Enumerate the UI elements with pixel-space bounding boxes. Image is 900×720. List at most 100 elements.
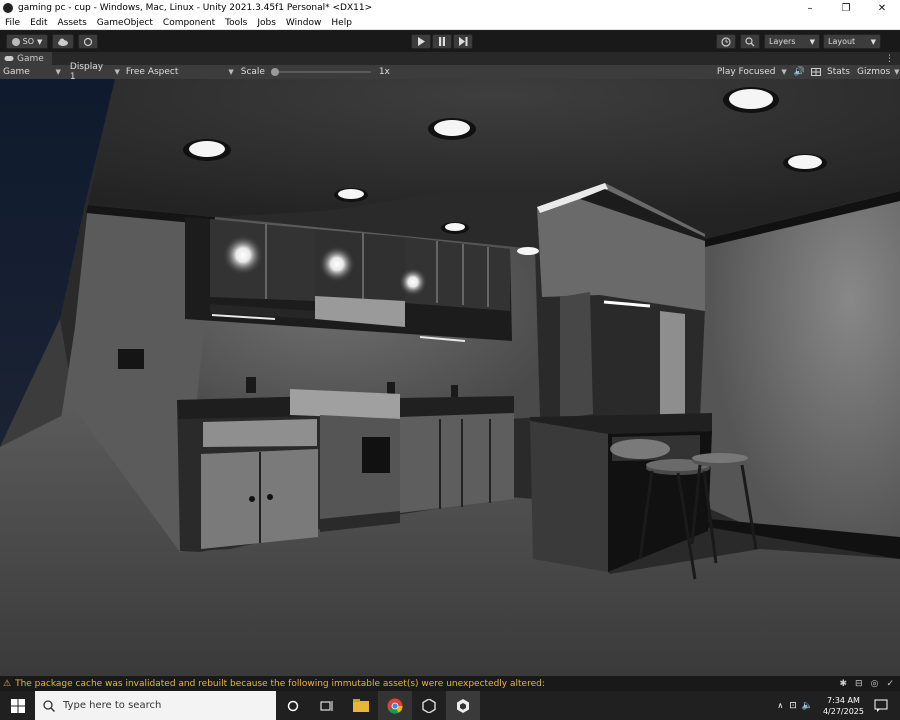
tab-game-label: Game bbox=[17, 53, 44, 64]
unity-hub-button[interactable] bbox=[412, 691, 446, 720]
menu-help[interactable]: Help bbox=[326, 18, 357, 28]
outlet bbox=[246, 377, 256, 393]
main-toolbar: SO ▼ Layers ▼ Layout ▼ bbox=[0, 31, 900, 52]
stats-button[interactable]: Stats bbox=[827, 67, 850, 77]
account-dropdown[interactable]: SO ▼ bbox=[6, 34, 48, 49]
menu-window[interactable]: Window bbox=[281, 18, 327, 28]
maximize-button[interactable]: ❐ bbox=[828, 0, 864, 16]
chevron-down-icon: ▼ bbox=[894, 68, 900, 76]
minimize-button[interactable]: – bbox=[792, 0, 828, 16]
pause-button[interactable] bbox=[432, 34, 452, 49]
scale-slider-track bbox=[270, 71, 371, 73]
menu-component[interactable]: Component bbox=[158, 18, 220, 28]
windows-start-icon[interactable] bbox=[11, 698, 25, 713]
unity-editor-icon bbox=[457, 698, 469, 713]
grid-icon[interactable] bbox=[811, 68, 822, 76]
right-wall bbox=[700, 191, 900, 549]
menu-gameobject[interactable]: GameObject bbox=[92, 18, 158, 28]
history-icon bbox=[721, 36, 731, 47]
console-status-bar[interactable]: ⚠ The package cache was invalidated and … bbox=[0, 676, 900, 691]
menu-file[interactable]: File bbox=[0, 18, 25, 28]
search-placeholder: Type here to search bbox=[63, 700, 162, 711]
chevron-down-icon: ▼ bbox=[36, 37, 43, 46]
cortana-icon bbox=[287, 700, 299, 711]
play-focused-label: Play Focused bbox=[716, 67, 776, 77]
collab-button[interactable] bbox=[78, 34, 98, 49]
cortana-button[interactable] bbox=[276, 691, 310, 720]
cloud-button[interactable] bbox=[52, 34, 74, 49]
game-viewport[interactable] bbox=[0, 79, 900, 676]
folder-icon bbox=[353, 699, 369, 712]
window-titlebar: gaming pc - cup - Windows, Mac, Linux - … bbox=[0, 0, 900, 16]
taskbar-clock[interactable]: 7:34 AM 4/27/2025 bbox=[823, 695, 864, 717]
account-icon bbox=[11, 37, 20, 46]
check-icon[interactable]: ✓ bbox=[886, 679, 894, 689]
chrome-button[interactable] bbox=[378, 691, 412, 720]
play-focused-dropdown[interactable]: Play Focused ▼ bbox=[714, 65, 790, 79]
layout-dropdown[interactable]: Layout ▼ bbox=[823, 34, 881, 49]
bug-icon[interactable]: ✱ bbox=[840, 679, 848, 689]
network-icon[interactable]: ⊡ bbox=[789, 701, 797, 711]
speaker-icon[interactable]: 🔊 bbox=[794, 67, 805, 77]
windows-taskbar: Type here to search ∧ ⊡ 🔈 7:34 AM 4/27/2… bbox=[0, 691, 900, 720]
chevron-down-icon: ▼ bbox=[809, 37, 815, 46]
layout-label: Layout bbox=[828, 37, 856, 46]
layers-dropdown[interactable]: Layers ▼ bbox=[764, 34, 820, 49]
gizmos-label: Gizmos bbox=[857, 67, 891, 77]
scale-label: Scale bbox=[240, 67, 265, 77]
unity-editor-button[interactable] bbox=[446, 691, 480, 720]
taskbar-search-box[interactable]: Type here to search bbox=[35, 691, 276, 720]
task-view-icon bbox=[320, 700, 333, 711]
step-button[interactable] bbox=[453, 34, 473, 49]
more-options-icon[interactable]: ⋮ bbox=[885, 54, 894, 64]
gizmos-dropdown[interactable]: Gizmos ▼ bbox=[854, 65, 900, 79]
aspect-dropdown[interactable]: Free Aspect ▼ bbox=[123, 65, 237, 79]
chevron-down-icon: ▼ bbox=[870, 37, 876, 46]
search-icon bbox=[43, 699, 55, 712]
volume-icon[interactable]: 🔈 bbox=[802, 701, 813, 711]
aspect-label: Free Aspect bbox=[125, 67, 179, 77]
unity-logo-icon bbox=[3, 3, 13, 13]
scale-value: 1x bbox=[378, 67, 390, 77]
tab-game[interactable]: Game bbox=[0, 52, 52, 65]
task-view-button[interactable] bbox=[310, 691, 344, 720]
chevron-down-icon: ▼ bbox=[781, 68, 787, 76]
play-icon bbox=[418, 37, 425, 46]
account-label: SO bbox=[22, 37, 34, 46]
menu-jobs[interactable]: Jobs bbox=[252, 18, 281, 28]
history-button[interactable] bbox=[716, 34, 736, 49]
display-dropdown[interactable]: Display 1 ▼ bbox=[67, 62, 123, 82]
play-button[interactable] bbox=[411, 34, 431, 49]
menu-bar: File Edit Assets GameObject Component To… bbox=[0, 16, 900, 30]
file-explorer-button[interactable] bbox=[344, 691, 378, 720]
warning-icon: ⚠ bbox=[3, 678, 12, 689]
scale-slider-handle[interactable] bbox=[270, 68, 279, 76]
step-icon bbox=[458, 37, 467, 46]
outlet bbox=[451, 385, 458, 397]
game-tab-row: Game ⋮ bbox=[0, 52, 900, 65]
package-icon[interactable]: ⊟ bbox=[855, 679, 863, 689]
menu-tools[interactable]: Tools bbox=[220, 18, 252, 28]
view-dropdown[interactable]: Game ▼ bbox=[0, 65, 64, 79]
notification-icon[interactable] bbox=[874, 699, 888, 712]
chrome-icon bbox=[387, 698, 403, 714]
search-button[interactable] bbox=[740, 34, 760, 49]
scale-slider[interactable] bbox=[270, 67, 371, 77]
chevron-down-icon: ▼ bbox=[55, 68, 61, 76]
clock-time: 7:34 AM bbox=[827, 695, 860, 705]
menu-edit[interactable]: Edit bbox=[25, 18, 52, 28]
view-label: Game bbox=[3, 67, 30, 77]
chevron-down-icon: ▼ bbox=[114, 68, 120, 76]
pause-icon bbox=[439, 37, 445, 46]
system-tray: ∧ ⊡ 🔈 7:34 AM 4/27/2025 bbox=[777, 691, 900, 720]
unity-hub-icon bbox=[422, 698, 436, 713]
menu-assets[interactable]: Assets bbox=[53, 18, 92, 28]
light-switch bbox=[118, 349, 144, 369]
kitchen-scene bbox=[0, 79, 900, 676]
clock-date: 4/27/2025 bbox=[822, 706, 864, 716]
chevron-down-icon: ▼ bbox=[228, 68, 234, 76]
cache-icon[interactable]: ◎ bbox=[871, 679, 879, 689]
chevron-up-icon[interactable]: ∧ bbox=[777, 701, 783, 710]
search-icon bbox=[745, 36, 755, 46]
close-button[interactable]: ✕ bbox=[864, 0, 900, 16]
